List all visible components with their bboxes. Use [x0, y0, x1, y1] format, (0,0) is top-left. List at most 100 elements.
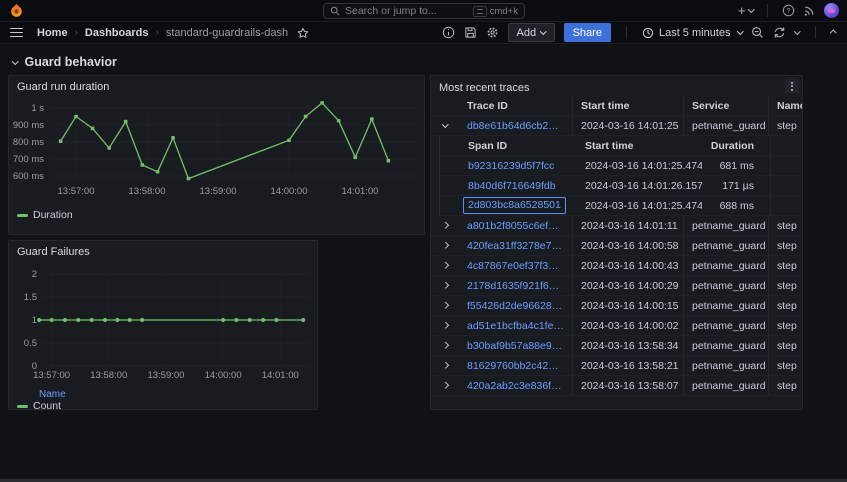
breadcrumb-separator: › [75, 27, 78, 38]
trace-id-link[interactable]: 4c87867e0ef37f3dd05... [467, 260, 564, 272]
legend-name-header[interactable]: Name [9, 389, 317, 400]
chevron-right-icon[interactable] [442, 302, 448, 308]
trace-id-link[interactable]: a801b2f8055c6ef2229... [467, 220, 564, 232]
row-expander[interactable] [431, 276, 459, 295]
failures-legend[interactable]: Count [9, 400, 317, 412]
favorite-star-icon[interactable] [297, 27, 309, 39]
panel-menu-icon[interactable] [785, 79, 799, 93]
span-start-time-cell: 2024-03-16 14:01:26.157 [577, 176, 702, 195]
legend-color-swatch [17, 405, 28, 408]
name-cell: step [769, 316, 802, 335]
row-expander[interactable] [431, 376, 459, 395]
column-header-span-start-time[interactable]: Start time [577, 136, 702, 155]
svg-text:?: ? [787, 8, 791, 15]
breadcrumb-home[interactable]: Home [37, 27, 68, 39]
span-id-link[interactable]: 8b40d6f716649fdb [468, 180, 556, 192]
divider [626, 26, 627, 39]
divider [767, 4, 768, 17]
chevron-right-icon[interactable] [442, 362, 448, 368]
grafana-logo[interactable] [9, 3, 24, 18]
search-input[interactable]: Search or jump to... cmd+k [323, 3, 525, 19]
span-id-link-focused[interactable]: 2d803bc8a6528501 [463, 197, 566, 214]
help-icon[interactable]: ? [782, 4, 795, 17]
failures-chart[interactable]: 21.510.5013:57:0013:58:0013:59:0014:00:0… [9, 259, 317, 388]
trace-id-link[interactable]: 2178d1635f921f650d94... [467, 280, 564, 292]
name-cell: step [769, 276, 802, 295]
user-avatar[interactable] [824, 3, 839, 18]
row-expander[interactable] [431, 256, 459, 275]
settings-gear-icon[interactable] [486, 26, 499, 39]
chevron-down-icon[interactable] [442, 121, 448, 127]
column-header-duration[interactable]: Duration [702, 136, 770, 155]
trace-id-link[interactable]: ad51e1bcfba4c1fee4af3... [467, 320, 564, 332]
refresh-interval-caret[interactable] [794, 28, 800, 34]
keyboard-icon [473, 6, 487, 17]
svg-text:1: 1 [32, 315, 37, 326]
span-start-time-cell: 2024-03-16 14:01:25.474 [577, 196, 702, 215]
new-dropdown-button[interactable]: + [738, 3, 753, 18]
trace-row: 2178d1635f921f650d94...2024-03-16 14:00:… [431, 276, 802, 296]
menu-icon[interactable] [8, 26, 25, 40]
panel-title[interactable]: Guard run duration [9, 76, 424, 94]
panel-info-icon[interactable] [442, 26, 455, 39]
name-cell: step [769, 236, 802, 255]
row-expander[interactable] [431, 296, 459, 315]
breadcrumb-dashboards[interactable]: Dashboards [85, 27, 149, 39]
trace-id-cell: 81629760bb2c42edcae... [459, 356, 573, 375]
trace-id-link[interactable]: 420fea31ff3278e7d37f... [467, 240, 564, 252]
chevron-right-icon[interactable] [442, 242, 448, 248]
row-expander[interactable] [431, 316, 459, 335]
svg-text:13:58:00: 13:58:00 [90, 370, 127, 381]
chevron-right-icon[interactable] [442, 222, 448, 228]
row-expander[interactable] [431, 236, 459, 255]
duration-legend[interactable]: Duration [9, 209, 424, 221]
add-button[interactable]: Add [508, 23, 555, 42]
row-expander[interactable] [431, 116, 459, 135]
column-header-service[interactable]: Service [684, 96, 769, 115]
svg-text:600 ms: 600 ms [13, 171, 44, 182]
section-row-guard-behavior[interactable]: Guard behavior [13, 55, 117, 69]
trace-id-link[interactable]: f55426d2de96628fb42... [467, 300, 564, 312]
service-cell: petname_guard [684, 116, 769, 135]
trace-id-link[interactable]: 81629760bb2c42edcae... [467, 360, 564, 372]
legend-label[interactable]: Count [33, 400, 61, 412]
guard-failures-svg[interactable]: 21.510.5013:57:0013:58:0013:59:0014:00:0… [9, 259, 317, 383]
time-range-picker[interactable]: Last 5 minutes [642, 27, 742, 39]
chevron-right-icon[interactable] [442, 282, 448, 288]
trace-id-link[interactable]: 420a2ab2c3e836fb0aa... [467, 380, 564, 392]
panel-title[interactable]: Guard Failures [9, 241, 317, 259]
svg-text:800 ms: 800 ms [13, 137, 44, 148]
refresh-icon[interactable] [773, 26, 786, 39]
search-icon [330, 6, 340, 16]
column-header-name[interactable]: Name [769, 96, 802, 115]
trace-row: db8e61b64d6cb279fc1...2024-03-16 14:01:2… [431, 116, 802, 136]
svg-text:13:59:00: 13:59:00 [200, 186, 237, 197]
save-icon[interactable] [464, 26, 477, 39]
row-expander[interactable] [431, 336, 459, 355]
collapse-toolbar-icon[interactable] [830, 30, 836, 36]
duration-chart[interactable]: 1 s900 ms800 ms700 ms600 ms13:57:0013:58… [9, 94, 424, 209]
chevron-right-icon[interactable] [442, 382, 448, 388]
news-rss-icon[interactable] [803, 4, 816, 17]
chevron-right-icon[interactable] [442, 342, 448, 348]
chevron-right-icon[interactable] [442, 262, 448, 268]
guard-run-duration-svg[interactable]: 1 s900 ms800 ms700 ms600 ms13:57:0013:58… [9, 94, 424, 204]
legend-label[interactable]: Duration [33, 209, 73, 221]
column-header-span-id[interactable]: Span ID [460, 136, 577, 155]
row-expander[interactable] [431, 356, 459, 375]
trace-id-cell: 420fea31ff3278e7d37f... [459, 236, 573, 255]
span-id-cell: b92316239d5f7fcc [460, 156, 577, 175]
column-header-trace-id[interactable]: Trace ID [459, 96, 573, 115]
share-button[interactable]: Share [564, 23, 611, 42]
zoom-out-icon[interactable] [751, 26, 764, 39]
column-header-start-time[interactable]: Start time [573, 96, 684, 115]
trace-id-cell: 420a2ab2c3e836fb0aa... [459, 376, 573, 395]
panel-title[interactable]: Most recent traces [431, 78, 537, 95]
span-id-link[interactable]: b92316239d5f7fcc [468, 160, 554, 172]
row-expander[interactable] [431, 216, 459, 235]
start-time-cell: 2024-03-16 14:00:02 [573, 316, 684, 335]
trace-id-link[interactable]: db8e61b64d6cb279fc1... [467, 120, 564, 132]
chevron-right-icon[interactable] [442, 322, 448, 328]
trace-id-link[interactable]: b30baf9b57a88e91ab5... [467, 340, 564, 352]
start-time-cell: 2024-03-16 13:58:07 [573, 376, 684, 395]
